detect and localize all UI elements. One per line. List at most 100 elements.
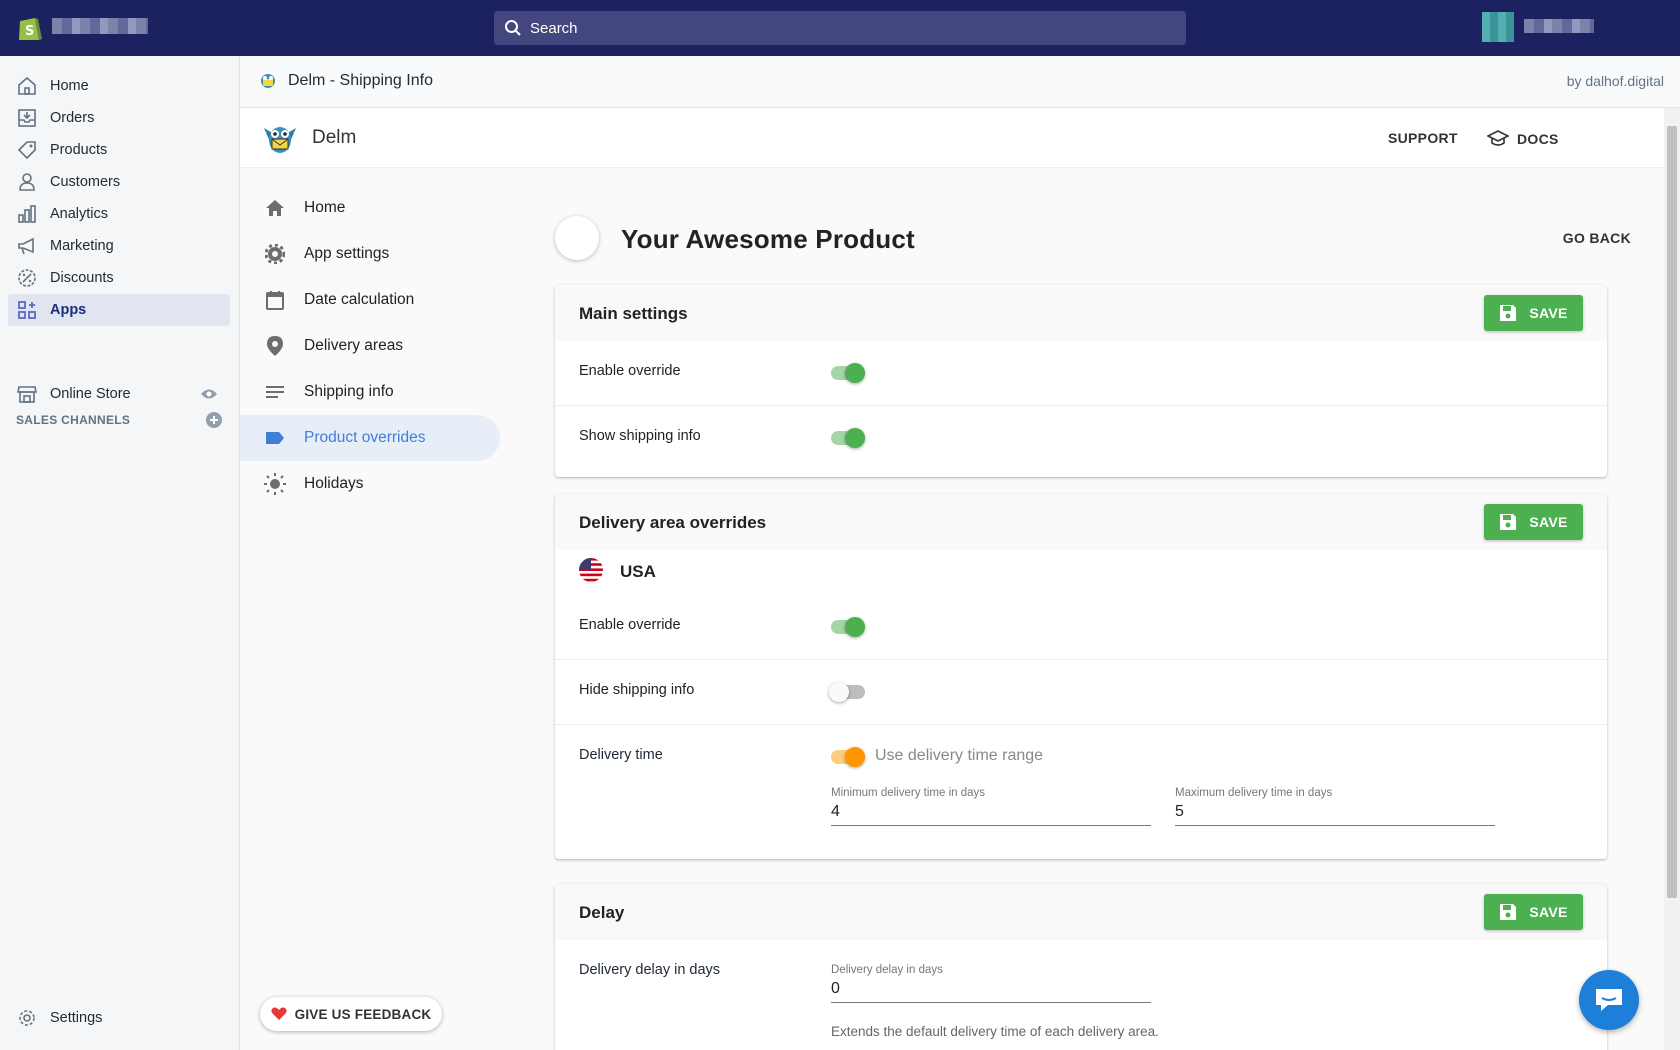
max-delivery-label: Maximum delivery time in days	[1175, 787, 1333, 799]
min-delivery-underline	[831, 825, 1151, 826]
show-shipping-info-label: Show shipping info	[579, 428, 701, 444]
enable-override-row: Enable override	[555, 341, 1607, 406]
delivery-area-title: Delivery area overrides	[579, 513, 767, 532]
app-title: Delm - Shipping Info	[288, 72, 433, 89]
support-label: SUPPORT	[1388, 130, 1458, 146]
area-enable-override-toggle[interactable]	[831, 617, 865, 637]
app-brand: Delm	[312, 127, 357, 148]
nav-products[interactable]: Products	[8, 134, 230, 166]
menu-home[interactable]: Home	[240, 185, 500, 231]
enable-override-toggle[interactable]	[831, 363, 865, 383]
menu-shipping-info[interactable]: Shipping info	[240, 369, 500, 415]
home-icon	[266, 200, 284, 216]
delivery-area-save-button[interactable]: SAVE	[1484, 504, 1583, 540]
nav-apps-label: Apps	[50, 302, 87, 318]
menu-delivery-areas[interactable]: Delivery areas	[240, 323, 500, 369]
menu-date-calculation-label: Date calculation	[304, 291, 415, 308]
chat-button[interactable]	[1579, 970, 1639, 1030]
delivery-area-overrides-card: Delivery area overrides SAVE USA Enable …	[555, 494, 1607, 859]
min-delivery-label: Minimum delivery time in days	[831, 787, 986, 799]
label-icon	[266, 432, 284, 444]
delay-save-button[interactable]: SAVE	[1484, 894, 1583, 930]
max-delivery-input[interactable]: 5	[1175, 803, 1184, 821]
floppy-disk-icon	[1500, 305, 1517, 321]
sales-channels-label: SALES CHANNELS	[16, 413, 131, 427]
use-range-label: Use delivery time range	[875, 747, 1044, 764]
delivery-area-header: Delivery area overrides SAVE	[555, 494, 1607, 550]
graduation-cap-icon	[1487, 130, 1509, 146]
nav-home[interactable]: Home	[8, 70, 230, 102]
app-scrollbar[interactable]	[1664, 108, 1680, 1050]
user-avatar-blurred[interactable]	[1482, 12, 1514, 42]
search-placeholder: Search	[530, 19, 578, 37]
store-icon	[17, 386, 37, 403]
delivery-time-label: Delivery time	[579, 747, 663, 763]
search-icon	[505, 20, 521, 36]
app-author[interactable]: by dalhof.digital	[1567, 73, 1664, 89]
nav-orders[interactable]: Orders	[8, 102, 230, 134]
save-label: SAVE	[1529, 305, 1568, 321]
heart-icon	[271, 1007, 287, 1020]
menu-date-calculation[interactable]: Date calculation	[240, 277, 500, 323]
scrollbar-thumb[interactable]	[1667, 126, 1677, 898]
main-settings-header: Main settings SAVE	[555, 285, 1607, 341]
delay-title: Delay	[579, 903, 625, 922]
product-header: Your Awesome Product GO BACK	[555, 216, 1631, 262]
person-icon	[19, 173, 35, 191]
country-name: USA	[620, 562, 656, 581]
store-name-blurred[interactable]	[52, 18, 148, 34]
hide-shipping-info-toggle[interactable]	[829, 682, 865, 702]
nav-analytics[interactable]: Analytics	[8, 198, 230, 230]
nav-products-label: Products	[50, 142, 108, 158]
user-name-blurred[interactable]	[1524, 19, 1594, 33]
menu-app-settings-label: App settings	[304, 245, 390, 262]
chat-bubble-icon	[1596, 989, 1622, 1011]
floppy-disk-icon	[1500, 514, 1517, 530]
location-pin-icon	[267, 336, 283, 356]
give-feedback-button[interactable]: GIVE US FEEDBACK	[260, 997, 442, 1031]
nav-online-store[interactable]: Online Store	[8, 378, 230, 410]
main-settings-title: Main settings	[579, 304, 688, 323]
calendar-icon	[266, 291, 284, 310]
use-range-toggle[interactable]	[831, 747, 865, 767]
go-back-button[interactable]: GO BACK	[1563, 230, 1631, 246]
nav-orders-label: Orders	[50, 110, 95, 126]
menu-holidays-label: Holidays	[304, 475, 364, 492]
nav-home-label: Home	[50, 78, 89, 94]
gear-icon	[265, 244, 285, 264]
delay-header: Delay SAVE	[555, 884, 1607, 940]
toggle-knob	[845, 747, 865, 767]
nav-apps[interactable]: Apps	[8, 294, 230, 326]
menu-holidays[interactable]: Holidays	[240, 461, 500, 507]
menu-product-overrides[interactable]: Product overrides	[240, 415, 500, 461]
nav-discounts-label: Discounts	[50, 270, 114, 286]
delay-input[interactable]: 0	[831, 980, 840, 998]
shopify-logo-icon[interactable]: S	[16, 14, 42, 42]
search-bar[interactable]: Search	[494, 11, 1186, 45]
toggle-knob	[845, 617, 865, 637]
menu-app-settings[interactable]: App settings	[240, 231, 500, 277]
delay-help-text: Extends the default delivery time of eac…	[831, 1024, 1159, 1039]
nav-settings-label: Settings	[50, 1010, 103, 1026]
nav-settings[interactable]: Settings	[8, 1002, 230, 1034]
apps-icon	[18, 301, 36, 319]
min-delivery-input[interactable]: 4	[831, 803, 840, 821]
svg-text:S: S	[25, 24, 34, 39]
main-settings-save-button[interactable]: SAVE	[1484, 295, 1583, 331]
support-link[interactable]: SUPPORT	[1388, 130, 1458, 146]
save-label: SAVE	[1529, 514, 1568, 530]
show-shipping-info-toggle[interactable]	[831, 428, 865, 448]
nav-marketing[interactable]: Marketing	[8, 230, 230, 262]
menu-delivery-areas-label: Delivery areas	[304, 337, 404, 354]
docs-link[interactable]: DOCS	[1487, 130, 1559, 148]
nav-customers[interactable]: Customers	[8, 166, 230, 198]
nav-discounts[interactable]: Discounts	[8, 262, 230, 294]
top-bar: S Search	[0, 0, 1680, 56]
area-enable-override-row: Enable override	[555, 595, 1607, 660]
feedback-label: GIVE US FEEDBACK	[294, 1006, 432, 1022]
eye-icon[interactable]	[200, 388, 218, 400]
product-name: Your Awesome Product	[621, 224, 915, 254]
nav-analytics-label: Analytics	[50, 206, 109, 222]
add-channel-icon[interactable]	[206, 412, 222, 428]
delay-row: Delivery delay in days Delivery delay in…	[555, 940, 1607, 1050]
